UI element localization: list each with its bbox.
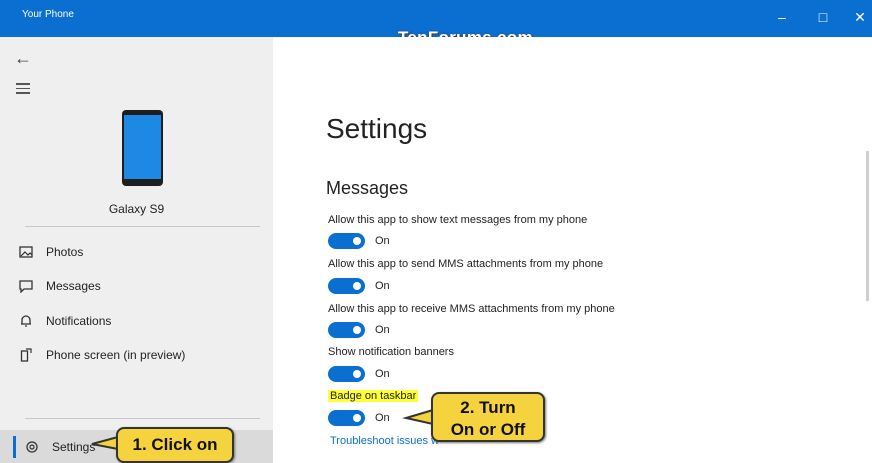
- callout-line: 2. Turn: [460, 398, 516, 417]
- callout-turn-on-off: 2. Turn On or Off: [431, 392, 545, 442]
- callout-click-on: 1. Click on: [116, 427, 234, 463]
- callout-line: On or Off: [450, 420, 526, 439]
